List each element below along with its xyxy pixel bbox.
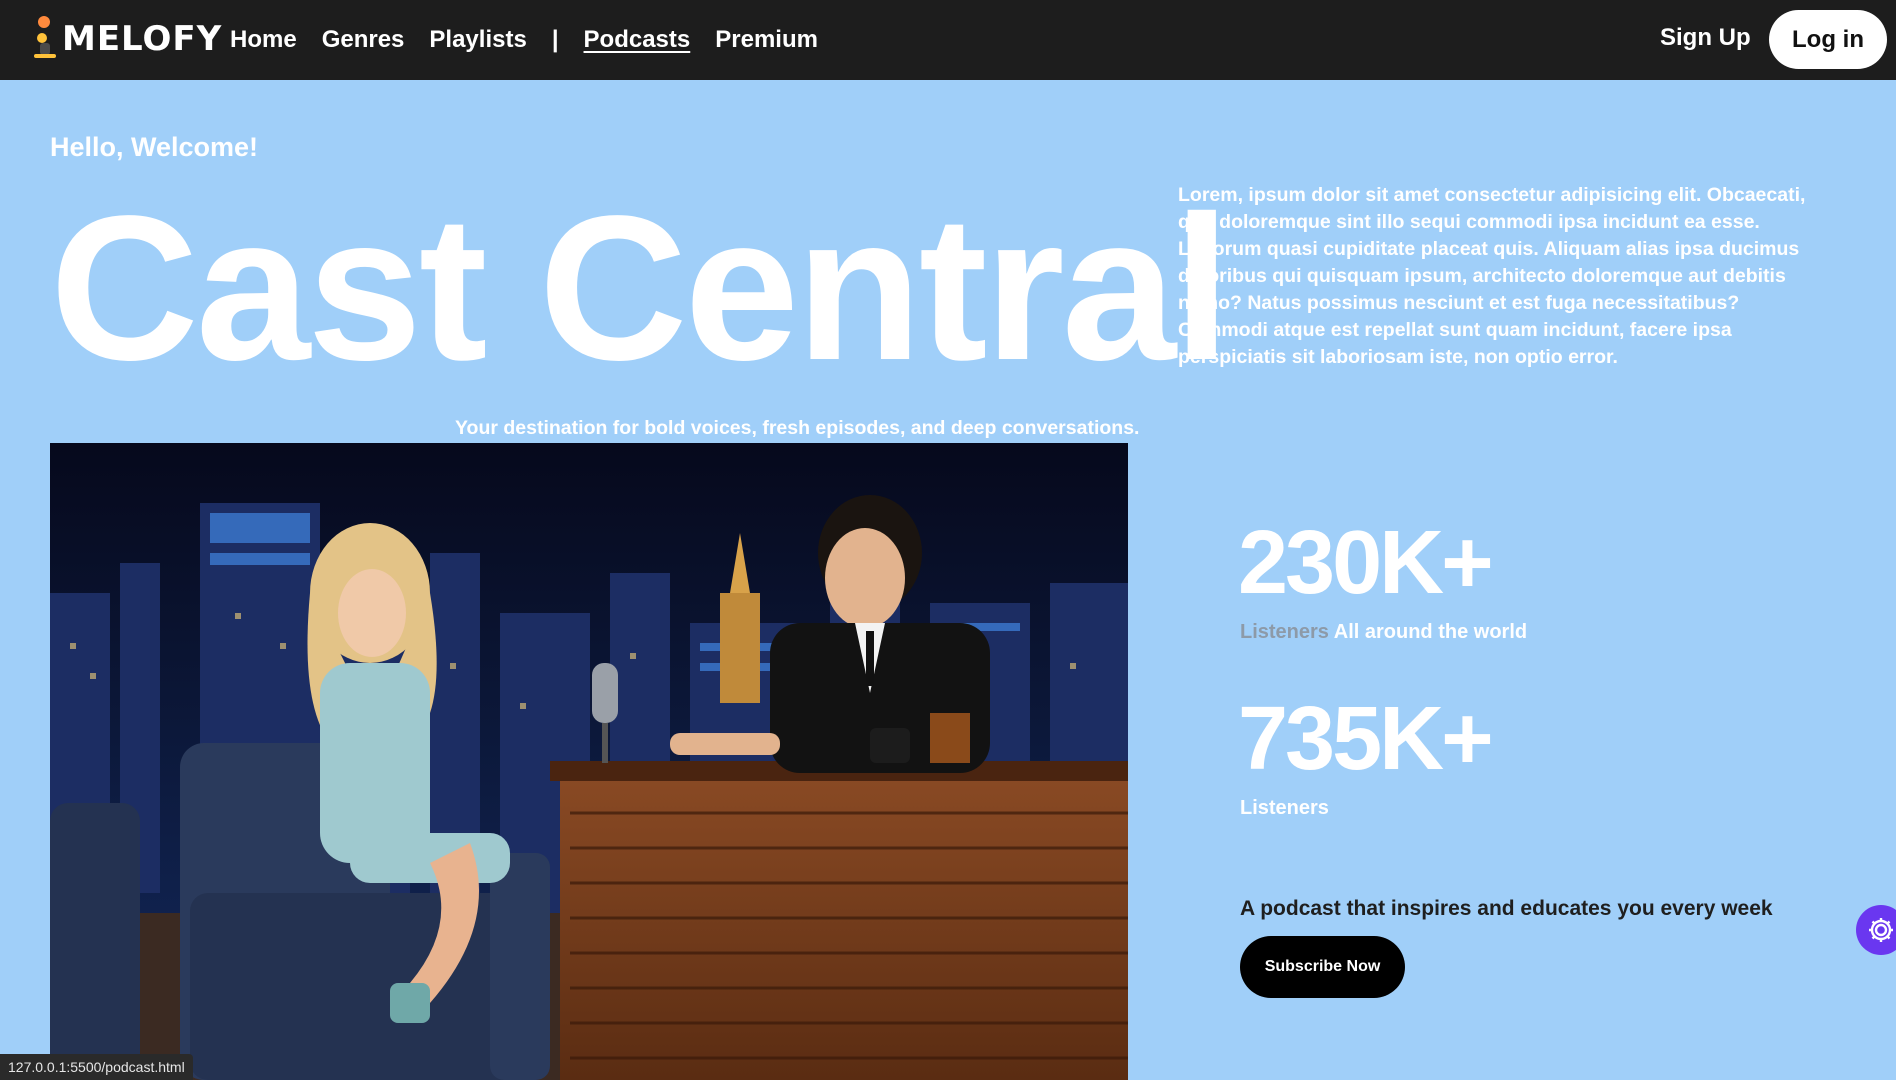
main-nav: Home Genres Playlists | Podcasts Premium <box>230 0 843 80</box>
nav-playlists[interactable]: Playlists <box>429 26 526 54</box>
stat-value-1: 230K+ <box>1238 513 1494 613</box>
log-in-button[interactable]: Log in <box>1769 10 1887 69</box>
weekly-text: A podcast that inspires and educates you… <box>1240 897 1773 920</box>
stat-caption-1-muted: Listeners <box>1240 621 1329 643</box>
nav-podcasts[interactable]: Podcasts <box>584 26 691 54</box>
top-nav-bar: MELOFY Home Genres Playlists | Podcasts … <box>0 0 1896 80</box>
brand-logo[interactable]: MELOFY <box>28 14 222 64</box>
nav-home[interactable]: Home <box>230 26 297 54</box>
hero-photo <box>50 443 1128 1080</box>
hero-title: Cast Central <box>50 173 1230 403</box>
subscribe-button[interactable]: Subscribe Now <box>1240 936 1405 998</box>
stat-caption-1: Listeners All around the world <box>1240 621 1527 644</box>
nav-genres[interactable]: Genres <box>322 26 405 54</box>
sign-up-link[interactable]: Sign Up <box>1660 24 1751 52</box>
stat-value-2: 735K+ <box>1238 689 1494 789</box>
greeting-text: Hello, Welcome! <box>50 132 259 162</box>
brand-name: MELOFY <box>62 19 223 59</box>
tagline: Your destination for bold voices, fresh … <box>455 417 1140 439</box>
gear-icon <box>1869 918 1893 942</box>
intro-paragraph: Lorem, ipsum dolor sit amet consectetur … <box>1178 184 1806 368</box>
stat-caption-1-rest: All around the world <box>1333 621 1528 643</box>
stat-caption-2-rest: Listeners <box>1240 797 1329 819</box>
status-url: 127.0.0.1:5500/podcast.html <box>0 1054 193 1080</box>
mascot-icon <box>28 14 62 64</box>
stat-caption-2: Listeners <box>1240 797 1329 820</box>
nav-premium[interactable]: Premium <box>715 26 818 54</box>
floating-settings-button[interactable] <box>1856 905 1896 955</box>
nav-separator: | <box>551 26 559 53</box>
